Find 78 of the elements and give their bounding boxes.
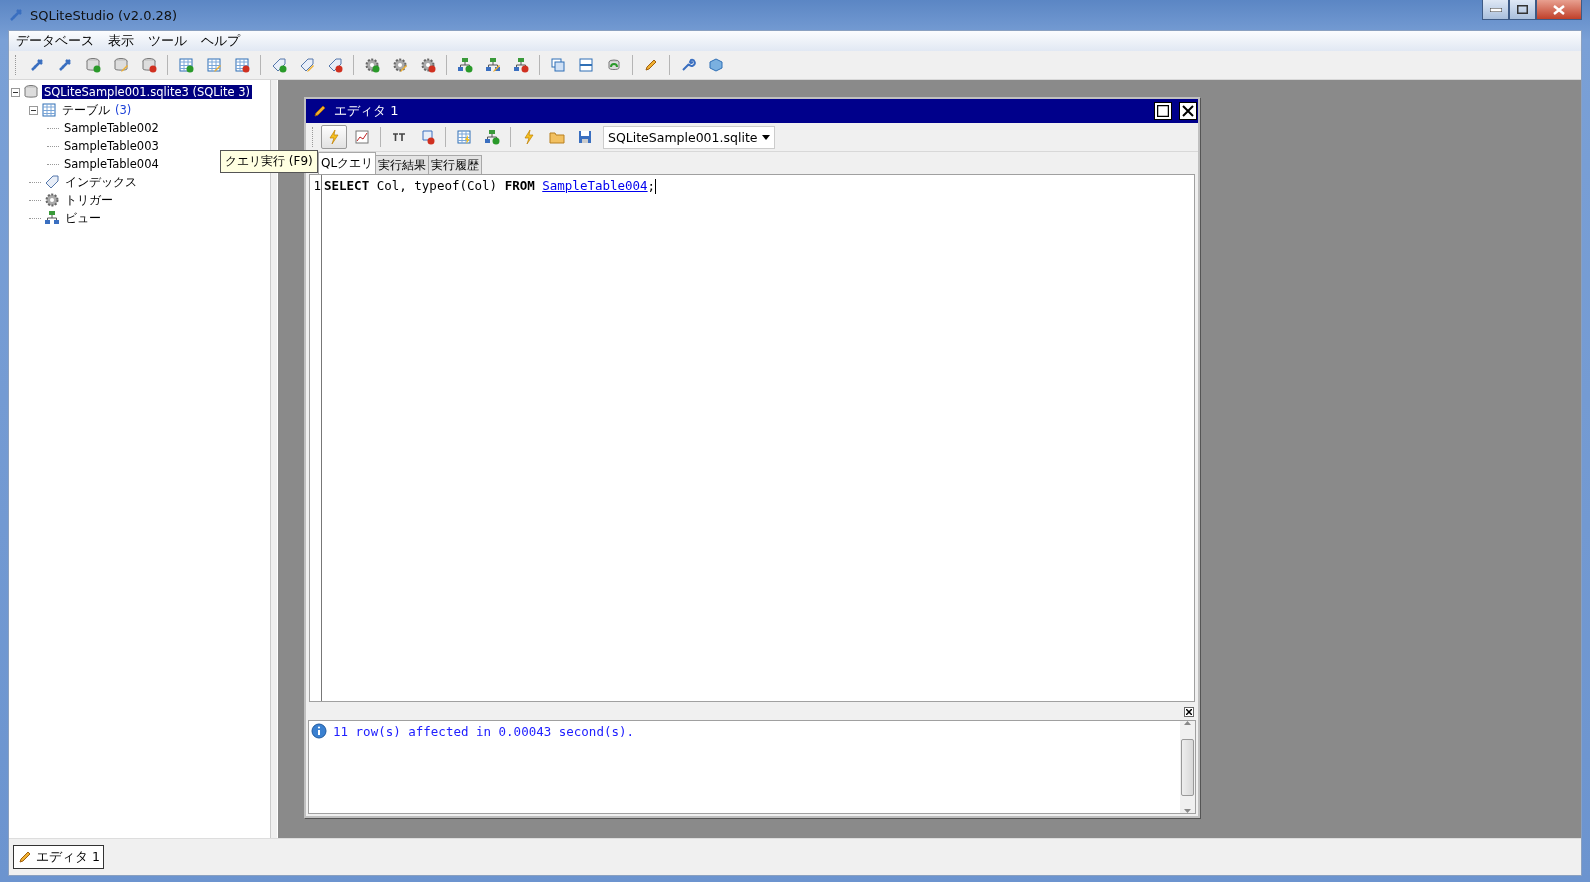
folder-icon bbox=[549, 129, 565, 145]
tree-minus-icon bbox=[513, 57, 529, 73]
menu-item[interactable]: ヘルプ bbox=[194, 32, 247, 50]
info-icon bbox=[311, 723, 327, 739]
table-icon bbox=[41, 102, 57, 118]
maximize-button[interactable] bbox=[1154, 102, 1172, 120]
database-plus-icon bbox=[85, 57, 101, 73]
expander[interactable] bbox=[11, 87, 20, 97]
menu-item[interactable]: ツール bbox=[141, 32, 194, 50]
line-number: 1 bbox=[312, 178, 321, 194]
gear-plus-icon bbox=[364, 57, 380, 73]
bolt-icon bbox=[521, 129, 537, 145]
maximize-icon bbox=[1517, 5, 1528, 14]
close-button[interactable] bbox=[1536, 0, 1582, 20]
refresh-icon bbox=[606, 57, 622, 73]
tab[interactable]: 実行履歴 bbox=[428, 155, 483, 174]
database-select[interactable]: SQLiteSample001.sqlite bbox=[603, 125, 775, 149]
caret-icon bbox=[762, 134, 770, 140]
close-button[interactable] bbox=[1184, 707, 1194, 717]
table-pencil-icon bbox=[206, 57, 222, 73]
tree-plus-icon bbox=[457, 57, 473, 73]
tree-item[interactable]: SampleTable004 bbox=[62, 157, 161, 171]
maximize-button[interactable] bbox=[1509, 0, 1536, 20]
tree-item[interactable]: SQLiteSample001.sqlite3 (SQLite 3) bbox=[42, 85, 252, 99]
tab[interactable]: QLクエリ bbox=[318, 152, 377, 174]
table-link[interactable]: SampleTable004 bbox=[542, 178, 648, 194]
tree-item[interactable]: インデックス bbox=[63, 174, 139, 190]
tree-plus-icon bbox=[484, 129, 500, 145]
pencil-icon bbox=[17, 849, 33, 865]
window-title: SQLiteStudio (v2.0.28) bbox=[30, 7, 179, 23]
tag-pencil-icon bbox=[299, 57, 315, 73]
menu-item[interactable]: データベース bbox=[9, 32, 101, 50]
database-minus-icon bbox=[141, 57, 157, 73]
close-icon bbox=[1553, 4, 1565, 15]
table-plus-icon bbox=[178, 57, 194, 73]
close-icon bbox=[1186, 709, 1192, 715]
menu-item[interactable]: 表示 bbox=[101, 32, 141, 50]
database-pencil-icon bbox=[113, 57, 129, 73]
scrollbar[interactable] bbox=[1180, 721, 1195, 813]
chart-icon bbox=[354, 129, 370, 145]
tree-item[interactable]: トリガー bbox=[63, 192, 115, 208]
table-lightning-icon bbox=[456, 129, 472, 145]
message-text: 11 row(s) affected in 0.00043 second(s). bbox=[333, 723, 635, 739]
code-line: SELECT Col, typeof(Col) FROM SampleTable004; bbox=[324, 178, 657, 194]
taskbar-button[interactable]: エディタ 1 bbox=[13, 845, 104, 869]
item-count: (3) bbox=[115, 103, 132, 117]
rows-icon bbox=[578, 57, 594, 73]
tag-plus-icon bbox=[271, 57, 287, 73]
tree-item[interactable]: ビュー bbox=[63, 210, 103, 226]
table-minus-icon bbox=[234, 57, 250, 73]
cube-icon bbox=[708, 57, 724, 73]
expander[interactable] bbox=[29, 105, 38, 115]
gear-icon bbox=[44, 192, 60, 208]
tree-item[interactable]: SampleTable002 bbox=[62, 121, 161, 135]
minimize-icon bbox=[1489, 7, 1502, 12]
floppy-icon bbox=[577, 129, 593, 145]
gear-minus-icon bbox=[420, 57, 436, 73]
close-button[interactable] bbox=[1179, 102, 1197, 120]
down-arrow-icon[interactable] bbox=[1184, 809, 1191, 813]
tab[interactable]: 実行結果 bbox=[375, 155, 430, 174]
tag-icon bbox=[44, 174, 60, 190]
pencil-icon bbox=[643, 57, 659, 73]
wrench-icon bbox=[680, 57, 696, 73]
tag-minus-icon bbox=[327, 57, 343, 73]
windows-icon bbox=[550, 57, 566, 73]
tooltip: クエリ実行 (F9) bbox=[220, 150, 318, 173]
gear-pencil-icon bbox=[392, 57, 408, 73]
minimize-button[interactable] bbox=[1482, 0, 1509, 20]
bolt-icon bbox=[326, 129, 342, 145]
tree-icon bbox=[44, 210, 60, 226]
tree-pencil-icon bbox=[485, 57, 501, 73]
database-icon bbox=[23, 84, 39, 100]
toolbar-button[interactable] bbox=[321, 125, 347, 149]
editor-title: エディタ 1 bbox=[334, 102, 400, 120]
tree-item[interactable]: テーブル bbox=[60, 102, 112, 118]
pencil-icon bbox=[312, 103, 328, 119]
up-arrow-icon[interactable] bbox=[1184, 721, 1191, 725]
tree-item[interactable]: SampleTable003 bbox=[62, 139, 161, 153]
